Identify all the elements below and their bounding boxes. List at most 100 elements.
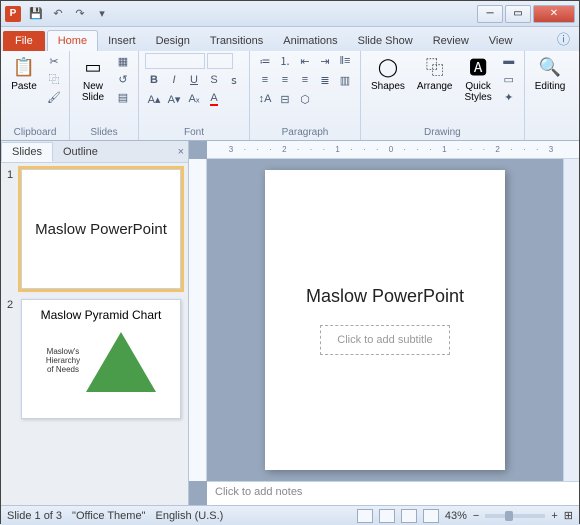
qat-dropdown-icon[interactable]: ▾ (93, 5, 111, 23)
columns-icon[interactable]: ▥ (336, 72, 354, 88)
ribbon: 📋 Paste ✂ ⿻ 🖌 Clipboard ▭ New Slide ▦ ↺ … (1, 51, 579, 141)
italic-icon[interactable]: I (165, 72, 183, 88)
bullets-icon[interactable]: ≔ (256, 53, 274, 69)
numbering-icon[interactable]: ⒈ (276, 53, 294, 69)
align-right-icon[interactable]: ≡ (296, 72, 314, 88)
vertical-scrollbar[interactable] (563, 159, 579, 481)
minimize-button[interactable]: ─ (477, 5, 503, 23)
font-color-icon[interactable]: A (205, 91, 223, 107)
font-size-select[interactable] (207, 53, 233, 69)
line-spacing-icon[interactable]: ‖≡ (336, 53, 354, 69)
tab-transitions[interactable]: Transitions (200, 31, 273, 51)
thumb-item[interactable]: 2 Maslow Pyramid Chart Maslow's Hierarch… (7, 299, 182, 419)
slides-panel: Slides Outline × 1 Maslow PowerPoint 2 M… (1, 141, 189, 505)
close-button[interactable]: ✕ (533, 5, 575, 23)
slide-title[interactable]: Maslow PowerPoint (306, 286, 464, 307)
shadow-icon[interactable]: ꜱ (225, 72, 243, 88)
ribbon-tabs: File Home Insert Design Transitions Anim… (1, 27, 579, 51)
justify-icon[interactable]: ≣ (316, 72, 334, 88)
tab-home[interactable]: Home (47, 30, 98, 51)
smartart-icon[interactable]: ⬡ (296, 91, 314, 107)
redo-icon[interactable]: ↷ (71, 5, 89, 23)
clear-format-icon[interactable]: Aₓ (185, 91, 203, 107)
maximize-button[interactable]: ▭ (505, 5, 531, 23)
undo-icon[interactable]: ↶ (49, 5, 67, 23)
window-controls: ─ ▭ ✕ (477, 5, 575, 23)
new-slide-button[interactable]: ▭ New Slide (76, 53, 110, 105)
zoom-in-icon[interactable]: + (551, 510, 557, 522)
indent-inc-icon[interactable]: ⇥ (316, 53, 334, 69)
align-left-icon[interactable]: ≡ (256, 72, 274, 88)
tab-view[interactable]: View (479, 31, 523, 51)
tab-design[interactable]: Design (146, 31, 200, 51)
shapes-button[interactable]: ◯ Shapes (367, 53, 409, 94)
underline-icon[interactable]: U (185, 72, 203, 88)
cut-icon[interactable]: ✂ (45, 53, 63, 69)
arrange-icon: ⿻ (423, 55, 447, 79)
text-direction-icon[interactable]: ↕A (256, 91, 274, 107)
reading-view-icon[interactable] (401, 509, 417, 523)
thumb-title: Maslow PowerPoint (35, 221, 167, 238)
sorter-view-icon[interactable] (379, 509, 395, 523)
slide-thumbnail[interactable]: Maslow Pyramid Chart Maslow's Hierarchy … (21, 299, 181, 419)
slideshow-view-icon[interactable] (423, 509, 439, 523)
group-label: Paragraph (256, 125, 354, 138)
shape-fill-icon[interactable]: ▬ (500, 53, 518, 69)
new-slide-icon: ▭ (81, 55, 105, 79)
thumb-title: Maslow Pyramid Chart (41, 308, 162, 322)
align-center-icon[interactable]: ≡ (276, 72, 294, 88)
shape-effects-icon[interactable]: ✦ (500, 89, 518, 105)
fit-window-icon[interactable]: ⊞ (564, 509, 573, 522)
layout-icon[interactable]: ▦ (114, 53, 132, 69)
indent-dec-icon[interactable]: ⇤ (296, 53, 314, 69)
slide-canvas-area[interactable]: Maslow PowerPoint Click to add subtitle (207, 159, 563, 481)
subtitle-placeholder[interactable]: Click to add subtitle (320, 325, 449, 355)
reset-icon[interactable]: ↺ (114, 71, 132, 87)
zoom-level[interactable]: 43% (445, 510, 467, 522)
section-icon[interactable]: ▤ (114, 89, 132, 105)
editor: 3 · · · 2 · · · 1 · · · 0 · · · 1 · · · … (189, 141, 579, 505)
panel-close-icon[interactable]: × (178, 146, 184, 158)
slide-thumbnail[interactable]: Maslow PowerPoint (21, 169, 181, 289)
grow-font-icon[interactable]: A▴ (145, 91, 163, 107)
paste-button[interactable]: 📋 Paste (7, 53, 41, 94)
normal-view-icon[interactable] (357, 509, 373, 523)
group-paragraph: ≔ ⒈ ⇤ ⇥ ‖≡ ≡ ≡ ≡ ≣ ▥ ↕A ⊟ ⬡ Paragraph (250, 51, 361, 140)
shape-outline-icon[interactable]: ▭ (500, 71, 518, 87)
title-bar: P 💾 ↶ ↷ ▾ ─ ▭ ✕ (1, 1, 579, 27)
shrink-font-icon[interactable]: A▾ (165, 91, 183, 107)
zoom-out-icon[interactable]: − (473, 510, 479, 522)
tab-slideshow[interactable]: Slide Show (348, 31, 423, 51)
file-tab[interactable]: File (3, 31, 45, 51)
arrange-button[interactable]: ⿻ Arrange (413, 53, 457, 94)
app-icon: P (5, 6, 21, 22)
group-font: B I U S ꜱ A▴ A▾ Aₓ A Font (139, 51, 250, 140)
thumbnails: 1 Maslow PowerPoint 2 Maslow Pyramid Cha… (1, 163, 188, 505)
save-icon[interactable]: 💾 (27, 5, 45, 23)
quick-styles-button[interactable]: 🅰 Quick Styles (461, 53, 496, 105)
tab-animations[interactable]: Animations (273, 31, 347, 51)
tab-insert[interactable]: Insert (98, 31, 146, 51)
notes-pane[interactable]: Click to add notes (207, 481, 579, 505)
font-family-select[interactable] (145, 53, 205, 69)
align-text-icon[interactable]: ⊟ (276, 91, 294, 107)
group-label: Drawing (367, 125, 518, 138)
slide[interactable]: Maslow PowerPoint Click to add subtitle (265, 170, 505, 470)
panel-tab-slides[interactable]: Slides (1, 142, 53, 162)
tab-review[interactable]: Review (423, 31, 479, 51)
bold-icon[interactable]: B (145, 72, 163, 88)
group-label: Clipboard (7, 125, 63, 138)
pyramid-icon (86, 332, 156, 392)
strike-icon[interactable]: S (205, 72, 223, 88)
format-painter-icon[interactable]: 🖌 (45, 89, 63, 105)
editing-button[interactable]: 🔍 Editing (531, 53, 570, 94)
help-icon[interactable]: ⓘ (554, 26, 573, 51)
copy-icon[interactable]: ⿻ (45, 71, 63, 87)
language[interactable]: English (U.S.) (155, 510, 223, 522)
thumb-number: 2 (7, 299, 17, 419)
panel-tab-outline[interactable]: Outline (53, 143, 108, 161)
group-label: Slides (76, 125, 132, 138)
paste-icon: 📋 (12, 55, 36, 79)
zoom-slider[interactable] (485, 514, 545, 518)
thumb-item[interactable]: 1 Maslow PowerPoint (7, 169, 182, 289)
